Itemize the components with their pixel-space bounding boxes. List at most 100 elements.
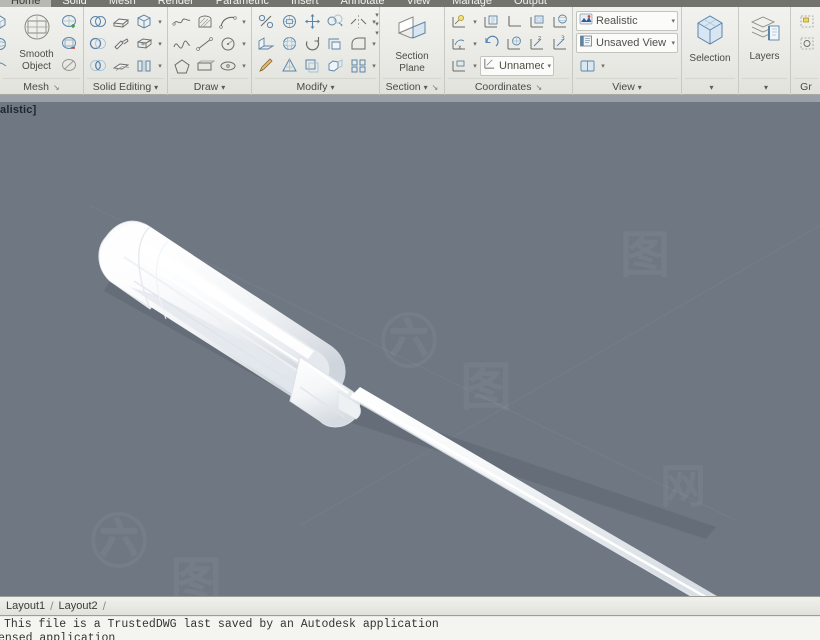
line-icon[interactable] <box>194 33 216 54</box>
command-line[interactable]: This file is a TrustedDWG last saved by … <box>0 617 820 640</box>
selection-button[interactable]: Selection <box>685 11 735 64</box>
panel-section-title[interactable]: Section ▾ ↘ <box>383 78 441 95</box>
panel-draw-title[interactable]: Draw ▾ <box>171 78 248 95</box>
ucs-x-icon[interactable]: x <box>448 33 470 54</box>
subtract-icon[interactable] <box>87 33 109 54</box>
solid-editing-caret-icon[interactable]: ▾ <box>154 83 158 92</box>
ucs-3point-icon[interactable]: 3 <box>549 33 571 54</box>
match-properties-icon[interactable] <box>255 55 277 76</box>
mirror-icon[interactable] <box>347 11 369 32</box>
ribbon-tab-view[interactable]: View <box>396 0 442 7</box>
separate-drop-icon[interactable]: ▾ <box>156 62 164 70</box>
ribbon-tab-output[interactable]: Output <box>503 0 558 7</box>
visual-style-caret-icon[interactable]: ▾ <box>671 17 675 25</box>
trim-icon[interactable] <box>255 11 277 32</box>
extrude-face-icon[interactable] <box>110 11 132 32</box>
modify-caret-icon[interactable]: ▾ <box>330 83 334 92</box>
panel-coordinates-title[interactable]: Coordinates ↘ <box>448 78 569 95</box>
arc-drop-icon[interactable]: ▾ <box>240 18 248 26</box>
array-drop-icon[interactable]: ▾ <box>370 62 378 70</box>
ucs-icon[interactable] <box>448 11 470 32</box>
layout-tab-layout2[interactable]: Layout2 <box>55 597 102 615</box>
mesh-smooth-less-icon[interactable] <box>0 55 11 76</box>
ribbon-tab-manage[interactable]: Manage <box>441 0 503 7</box>
ucs-face-icon[interactable] <box>480 11 502 32</box>
solid-box-icon[interactable] <box>133 11 155 32</box>
ucs-view-icon[interactable] <box>549 11 571 32</box>
ucs-origin-icon[interactable] <box>503 11 525 32</box>
ucs-x-drop-icon[interactable]: ▾ <box>471 40 479 48</box>
imprint-drop-icon[interactable]: ▾ <box>156 40 164 48</box>
ucs-z-axis-icon[interactable]: z <box>526 33 548 54</box>
layout-tab-layout1[interactable]: Layout1 <box>2 597 49 615</box>
view-preset-caret-icon[interactable]: ▾ <box>671 39 675 47</box>
3d-move-icon[interactable] <box>301 11 323 32</box>
draw-caret-icon[interactable]: ▾ <box>221 83 225 92</box>
ribbon-tab-solid[interactable]: Solid <box>51 0 97 7</box>
panel-solid-editing-title[interactable]: Solid Editing ▾ <box>87 78 164 95</box>
ucs-object-icon[interactable] <box>526 11 548 32</box>
ribbon-tab-annotate[interactable]: Annotate <box>330 0 396 7</box>
fillet-drop-icon[interactable]: ▾ <box>370 40 378 48</box>
solid-box-drop-icon[interactable]: ▾ <box>156 18 164 26</box>
smooth-object-button[interactable]: Smooth Object <box>17 11 56 72</box>
ucs-world-icon[interactable] <box>503 33 525 54</box>
circle-icon[interactable] <box>217 33 239 54</box>
panel-modify-title[interactable]: Modify ▾ <box>255 78 376 95</box>
section-dialog-launcher[interactable]: ↘ <box>432 83 439 92</box>
coordinates-dialog-launcher[interactable]: ↘ <box>535 83 542 92</box>
named-ucs-combo[interactable]: Unnamed ▾ <box>480 55 554 76</box>
copy-icon[interactable] <box>324 11 346 32</box>
hatch-icon[interactable] <box>194 11 216 32</box>
selection-caret-icon[interactable]: ▾ <box>709 83 713 92</box>
visual-style-combo[interactable]: Realistic ▾ <box>576 11 678 31</box>
section-plane-button[interactable]: Section Plane <box>383 11 441 74</box>
intersect-icon[interactable] <box>87 55 109 76</box>
mesh-box-icon[interactable] <box>0 11 11 32</box>
scale-icon[interactable] <box>324 33 346 54</box>
panel-mesh-title[interactable]: Mesh ↘ <box>3 78 80 95</box>
section-caret-icon[interactable]: ▾ <box>424 83 428 92</box>
ellipse-drop-icon[interactable]: ▾ <box>240 62 248 70</box>
union-icon[interactable] <box>87 11 109 32</box>
ribbon-tab-mesh[interactable]: Mesh <box>98 0 147 7</box>
3d-align-icon[interactable] <box>278 11 300 32</box>
extrude-icon[interactable] <box>255 33 277 54</box>
screwdriver-3d-model[interactable] <box>0 95 820 596</box>
spline-icon[interactable] <box>171 33 193 54</box>
imprint-icon[interactable] <box>133 33 155 54</box>
ribbon-tab-render[interactable]: Render <box>147 0 205 7</box>
flatshot-drop-icon[interactable]: ▾ <box>373 20 381 28</box>
arc-icon[interactable] <box>217 11 239 32</box>
viewport-config-icon[interactable] <box>576 55 598 76</box>
circle-drop-icon[interactable]: ▾ <box>240 40 248 48</box>
offset-icon[interactable] <box>301 55 323 76</box>
separate-icon[interactable] <box>133 55 155 76</box>
panel-view-title[interactable]: View ▾ <box>576 78 678 95</box>
ucs-named-drop-icon[interactable]: ▾ <box>471 62 479 70</box>
ucs-drop-icon[interactable]: ▾ <box>471 18 479 26</box>
viewport-config-drop-icon[interactable]: ▾ <box>599 62 607 70</box>
panel-layers-title[interactable]: ▾ <box>742 78 787 95</box>
ribbon-tab-home[interactable]: Home <box>0 0 52 7</box>
refine-mesh-icon[interactable] <box>58 11 80 32</box>
mesh-dialog-launcher[interactable]: ↘ <box>53 83 60 92</box>
3d-rotate-icon[interactable] <box>278 33 300 54</box>
remove-crease-icon[interactable] <box>58 55 80 76</box>
mesh-sphere-icon[interactable] <box>0 33 11 54</box>
taper-face-icon[interactable] <box>110 33 132 54</box>
view-caret-icon[interactable]: ▾ <box>638 83 642 92</box>
3d-scale-icon[interactable] <box>278 55 300 76</box>
ribbon-tab-insert[interactable]: Insert <box>280 0 330 7</box>
ucs-previous-icon[interactable] <box>480 33 502 54</box>
panel-selection-title[interactable]: ▾ <box>685 78 735 95</box>
ribbon-tab-parametric[interactable]: Parametric <box>205 0 280 7</box>
drawing-viewport[interactable]: alistic] ㊅ 图 ㊅ 图 图 网 <box>0 95 820 596</box>
ucs-named-icon[interactable] <box>448 55 470 76</box>
layers-caret-icon[interactable]: ▾ <box>764 83 768 92</box>
group-icon[interactable] <box>796 11 818 32</box>
polyline-icon[interactable] <box>171 11 193 32</box>
array-icon[interactable] <box>347 55 369 76</box>
named-ucs-caret-icon[interactable]: ▾ <box>547 62 551 70</box>
ungroup-icon[interactable] <box>796 33 818 54</box>
